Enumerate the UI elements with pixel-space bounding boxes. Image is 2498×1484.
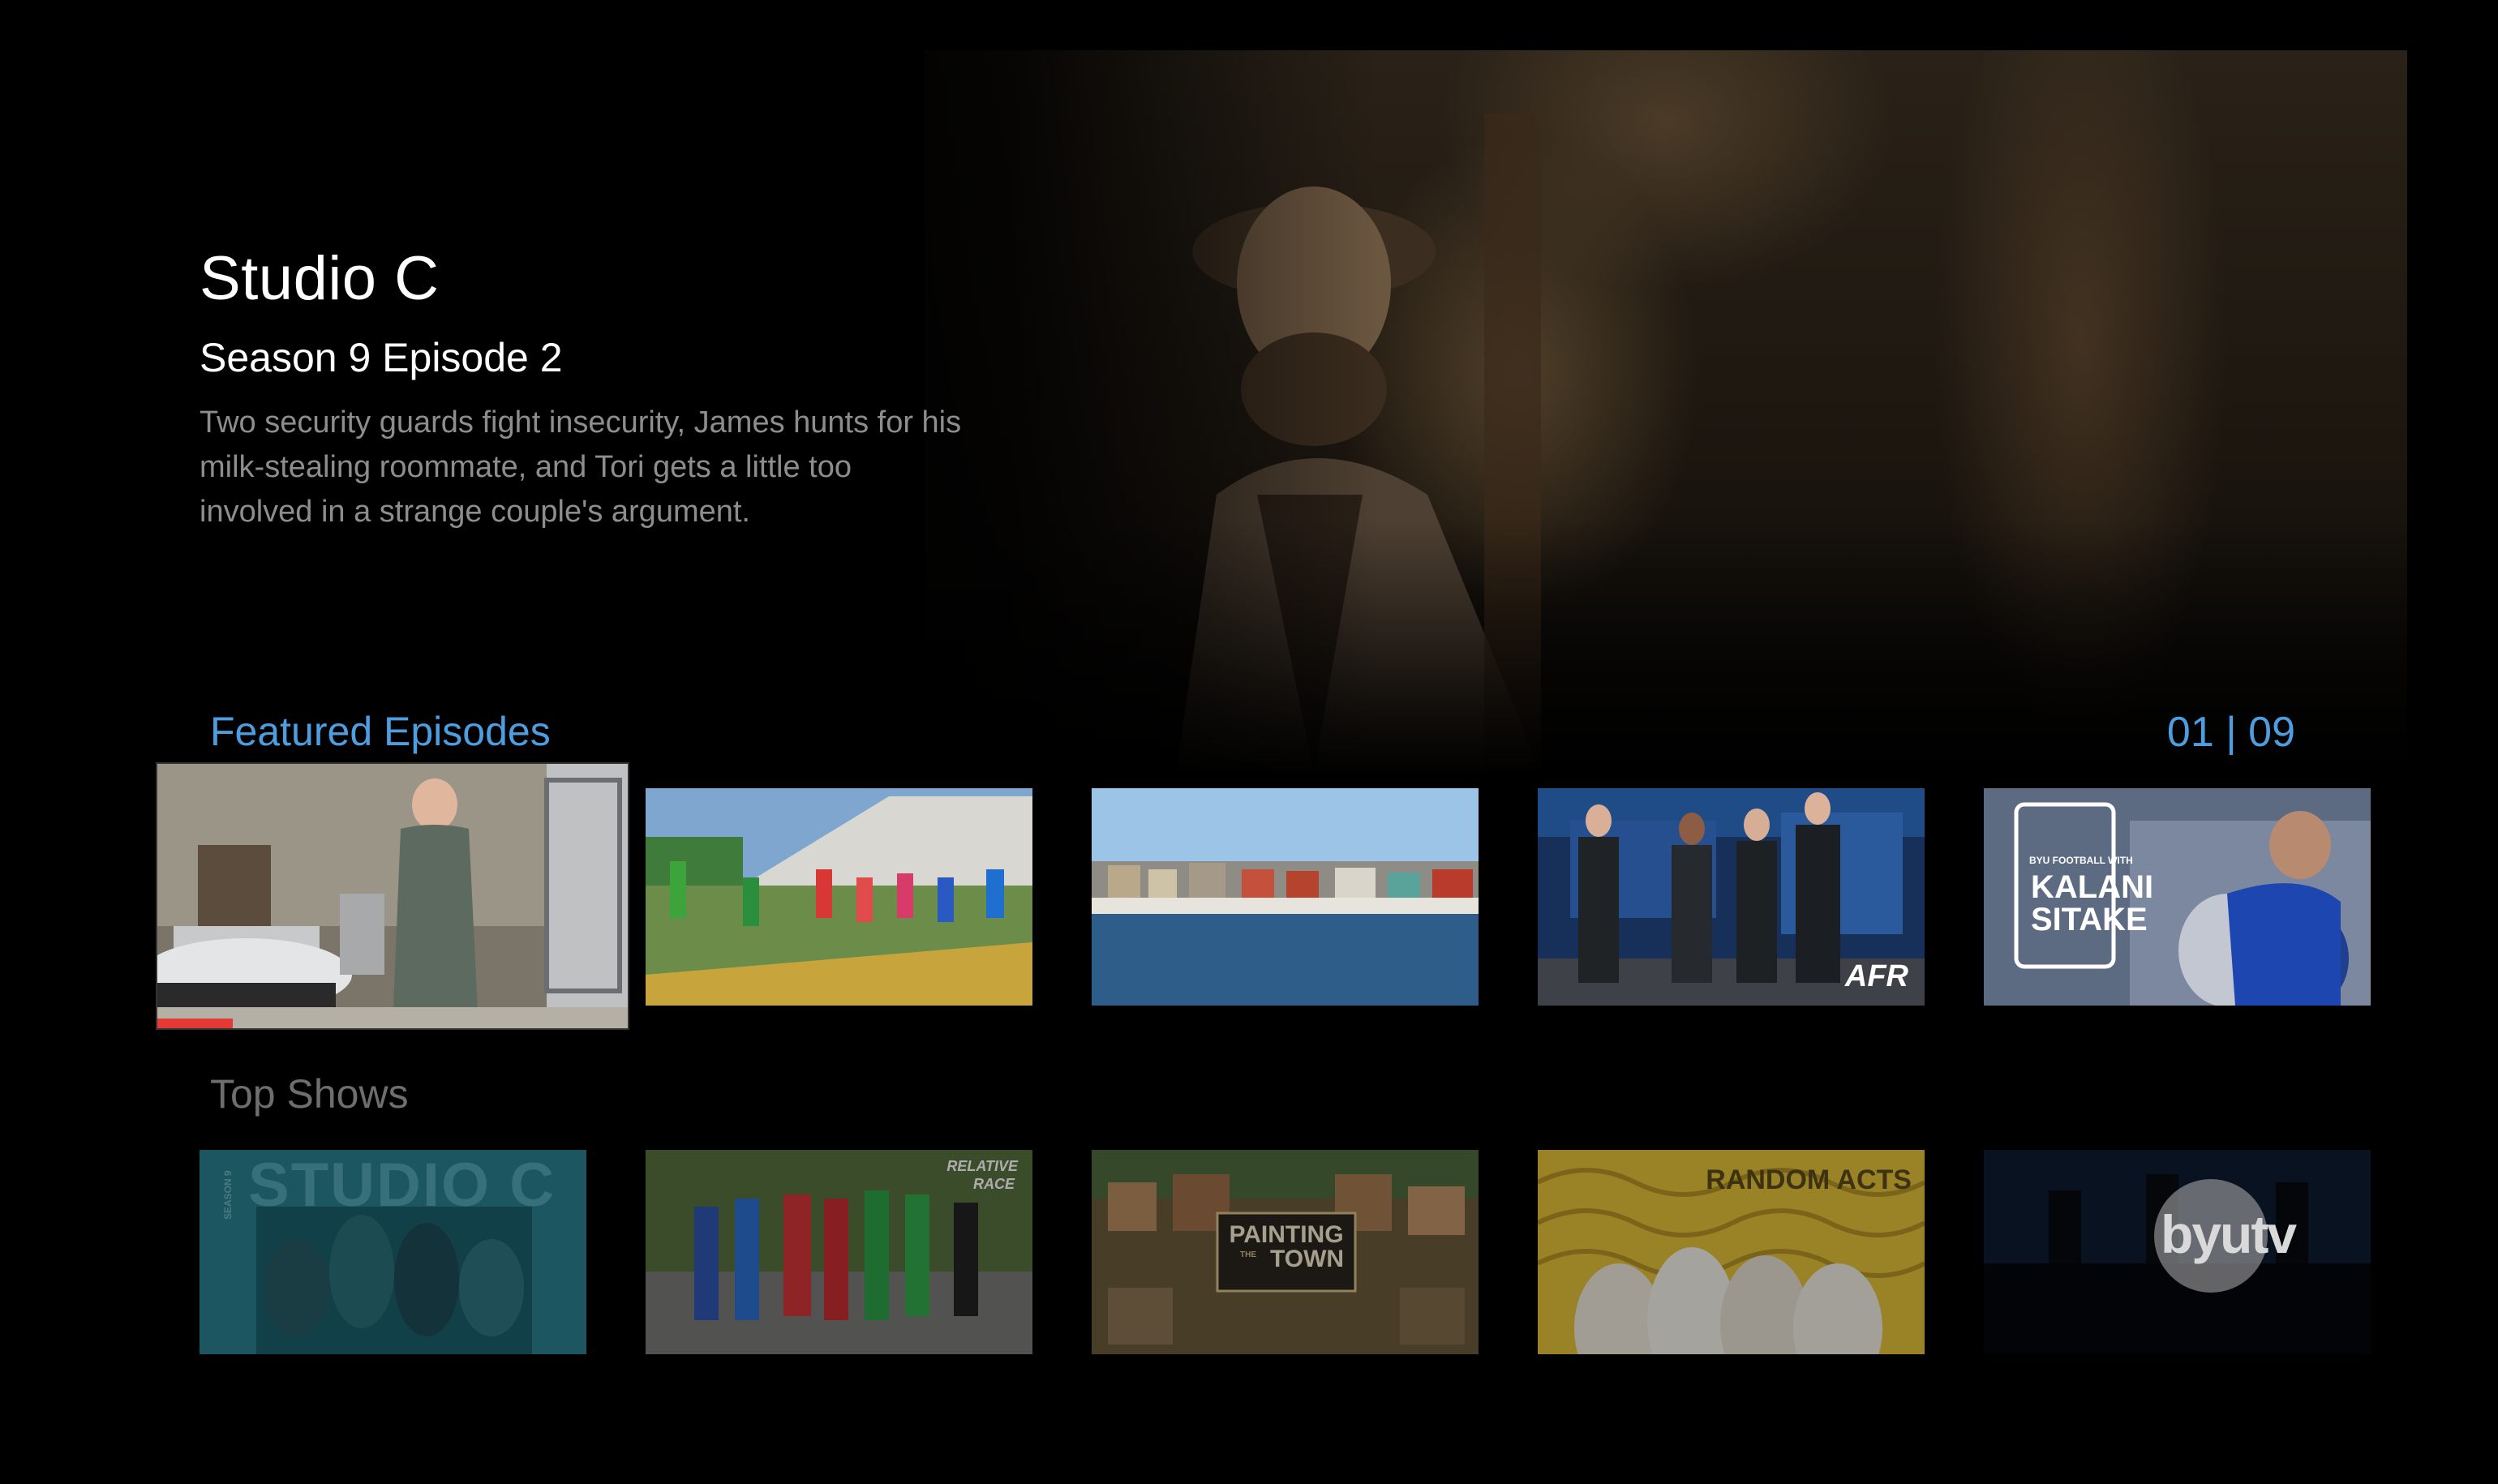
top-show-tile[interactable]: RANDOM ACTS: [1538, 1150, 1925, 1354]
episode-description: Two security guards fight insecurity, Ja…: [200, 405, 962, 529]
top-show-tile[interactable]: STUDIO C SEASON 9: [200, 1150, 586, 1354]
featured-episode-tile[interactable]: [157, 764, 628, 1028]
page-counter: 01 | 09: [2166, 709, 2295, 756]
watch-progress-bar: [157, 1019, 233, 1028]
tile-dim-overlay: [200, 1150, 586, 1354]
tile-dim-overlay: [646, 1150, 1032, 1354]
episode-label: Season 9 Episode 2: [200, 335, 563, 380]
tile-dim-overlay: [1538, 1150, 1925, 1354]
top-shows-heading: Top Shows: [210, 1071, 409, 1117]
top-show-tile[interactable]: PAINTING THE TOWN: [1092, 1150, 1479, 1354]
top-show-tile[interactable]: RELATIVE RACE: [646, 1150, 1032, 1354]
app-screen: Studio C Season 9 Episode 2 Two security…: [0, 0, 2498, 1484]
top-show-tile[interactable]: byutv: [1984, 1150, 2371, 1354]
kalani-badge-line3: SITAKE: [2031, 902, 2148, 937]
afr-badge: AFR: [1844, 959, 1908, 993]
featured-episode-tile[interactable]: AFR: [1538, 788, 1925, 1006]
garage-thumbnail: [157, 764, 628, 1028]
featured-episode-tile[interactable]: BYU FOOTBALL WITH KALANI SITAKE: [1984, 788, 2371, 1006]
byutv-logo-text: byutv: [2161, 1204, 2297, 1264]
harbor-thumbnail: [1092, 788, 1479, 1006]
kalani-badge-line1: BYU FOOTBALL WITH: [2029, 855, 2133, 866]
featured-episode-tile[interactable]: [646, 788, 1032, 1006]
featured-episode-tile[interactable]: [1092, 788, 1479, 1006]
show-title: Studio C: [200, 244, 440, 313]
featured-episodes-heading: Featured Episodes: [210, 709, 551, 754]
race-thumbnail: [646, 788, 1032, 1006]
tile-dim-overlay: [1092, 1150, 1479, 1354]
kalani-badge-line2: KALANI: [2031, 869, 2154, 905]
